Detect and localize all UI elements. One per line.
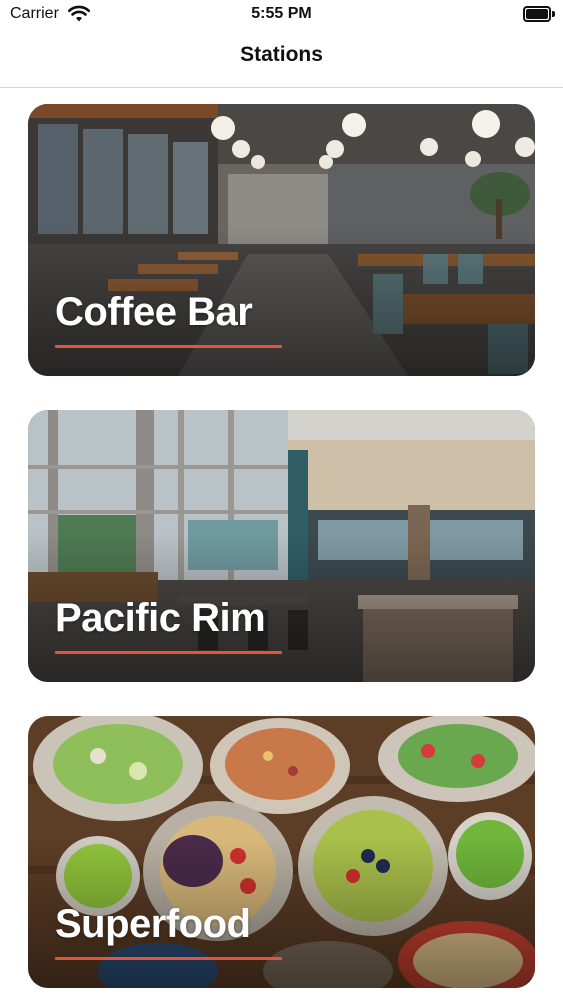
navigation-bar: Stations <box>0 30 563 88</box>
status-bar: Carrier 5:55 PM <box>0 0 563 30</box>
station-card-pacific-rim[interactable]: Pacific Rim <box>28 410 535 682</box>
title-underline <box>55 345 282 348</box>
title-underline <box>55 957 282 960</box>
station-title: Pacific Rim <box>55 596 266 640</box>
station-title: Coffee Bar <box>55 290 253 334</box>
card-shade <box>28 410 535 682</box>
page-title: Stations <box>240 43 323 66</box>
card-shade <box>28 104 535 376</box>
station-card-coffee-bar[interactable]: Coffee Bar <box>28 104 535 376</box>
title-underline <box>55 651 282 654</box>
station-title: Superfood <box>55 902 251 946</box>
battery-icon <box>523 6 555 22</box>
status-time: 5:55 PM <box>251 5 312 22</box>
card-shade <box>28 716 535 988</box>
station-card-superfood[interactable]: Superfood <box>28 716 535 988</box>
